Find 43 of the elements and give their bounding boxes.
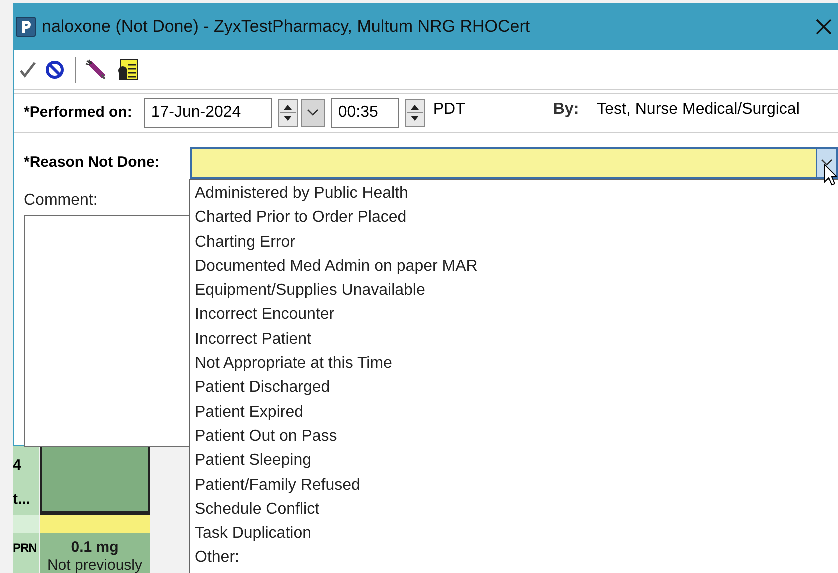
time-field[interactable]: 00:35 xyxy=(331,98,400,128)
spin-button[interactable] xyxy=(405,99,426,127)
list-item[interactable]: Patient/Family Refused xyxy=(194,474,834,498)
field-label: *Reason Not Done: xyxy=(24,152,161,173)
list-item[interactable]: Other: xyxy=(194,546,834,571)
field-label: *Performed on: xyxy=(24,102,132,123)
app-icon xyxy=(16,17,36,37)
document-icon[interactable] xyxy=(116,58,140,82)
list-item[interactable]: Patient Out on Pass xyxy=(194,424,834,450)
list-item[interactable]: Administered by Public Health xyxy=(194,182,834,206)
list-item[interactable]: Patient Discharged xyxy=(194,376,834,401)
list-item[interactable]: Charting Error xyxy=(194,230,834,255)
chevron-icon xyxy=(820,159,832,167)
list-item[interactable]: Patient Sleeping xyxy=(194,449,834,474)
row-label: t... xyxy=(13,491,32,509)
dropdown-button[interactable] xyxy=(301,99,326,127)
spin-button[interactable] xyxy=(278,99,298,127)
comment-field[interactable] xyxy=(24,215,189,447)
list-item[interactable]: Equipment/Supplies Unavailable xyxy=(194,279,834,304)
list-item[interactable]: Task Duplication xyxy=(194,522,834,546)
list-item[interactable]: Incorrect Patient xyxy=(194,328,834,352)
syringe-icon[interactable] xyxy=(84,58,108,82)
list-item[interactable]: Charted Prior to Order Placed xyxy=(194,206,834,231)
chevron-icon xyxy=(307,109,320,117)
grid-cell xyxy=(13,515,39,533)
dose-text: 0.1 mg xyxy=(71,539,119,557)
row-label: PRN xyxy=(13,541,37,555)
list-item[interactable]: Patient Expired xyxy=(194,400,834,425)
dose-note: Not previously xyxy=(47,557,143,573)
row-label: 4 xyxy=(13,457,22,475)
field-label: By: xyxy=(553,100,580,120)
prohibited-icon[interactable] xyxy=(45,58,67,80)
field-label: Comment: xyxy=(24,191,98,211)
reason-dropdown[interactable] xyxy=(190,147,838,179)
list-item[interactable]: Not Appropriate at this Time xyxy=(194,352,834,376)
list-item[interactable]: Schedule Conflict xyxy=(194,498,834,522)
list-item[interactable]: Incorrect Encounter xyxy=(194,303,834,328)
window-title: naloxone (Not Done) - ZyxTestPharmacy, Multum NRG RHOCert xyxy=(42,16,532,38)
list-item[interactable]: Documented Med Admin on paper MAR xyxy=(194,254,834,280)
user-name: Test, Nurse Medical/Surgical xyxy=(597,100,800,120)
date-field[interactable]: 17-Jun-2024 xyxy=(144,98,272,128)
checkmark-icon[interactable] xyxy=(19,60,37,80)
timezone-label: PDT xyxy=(433,100,466,120)
